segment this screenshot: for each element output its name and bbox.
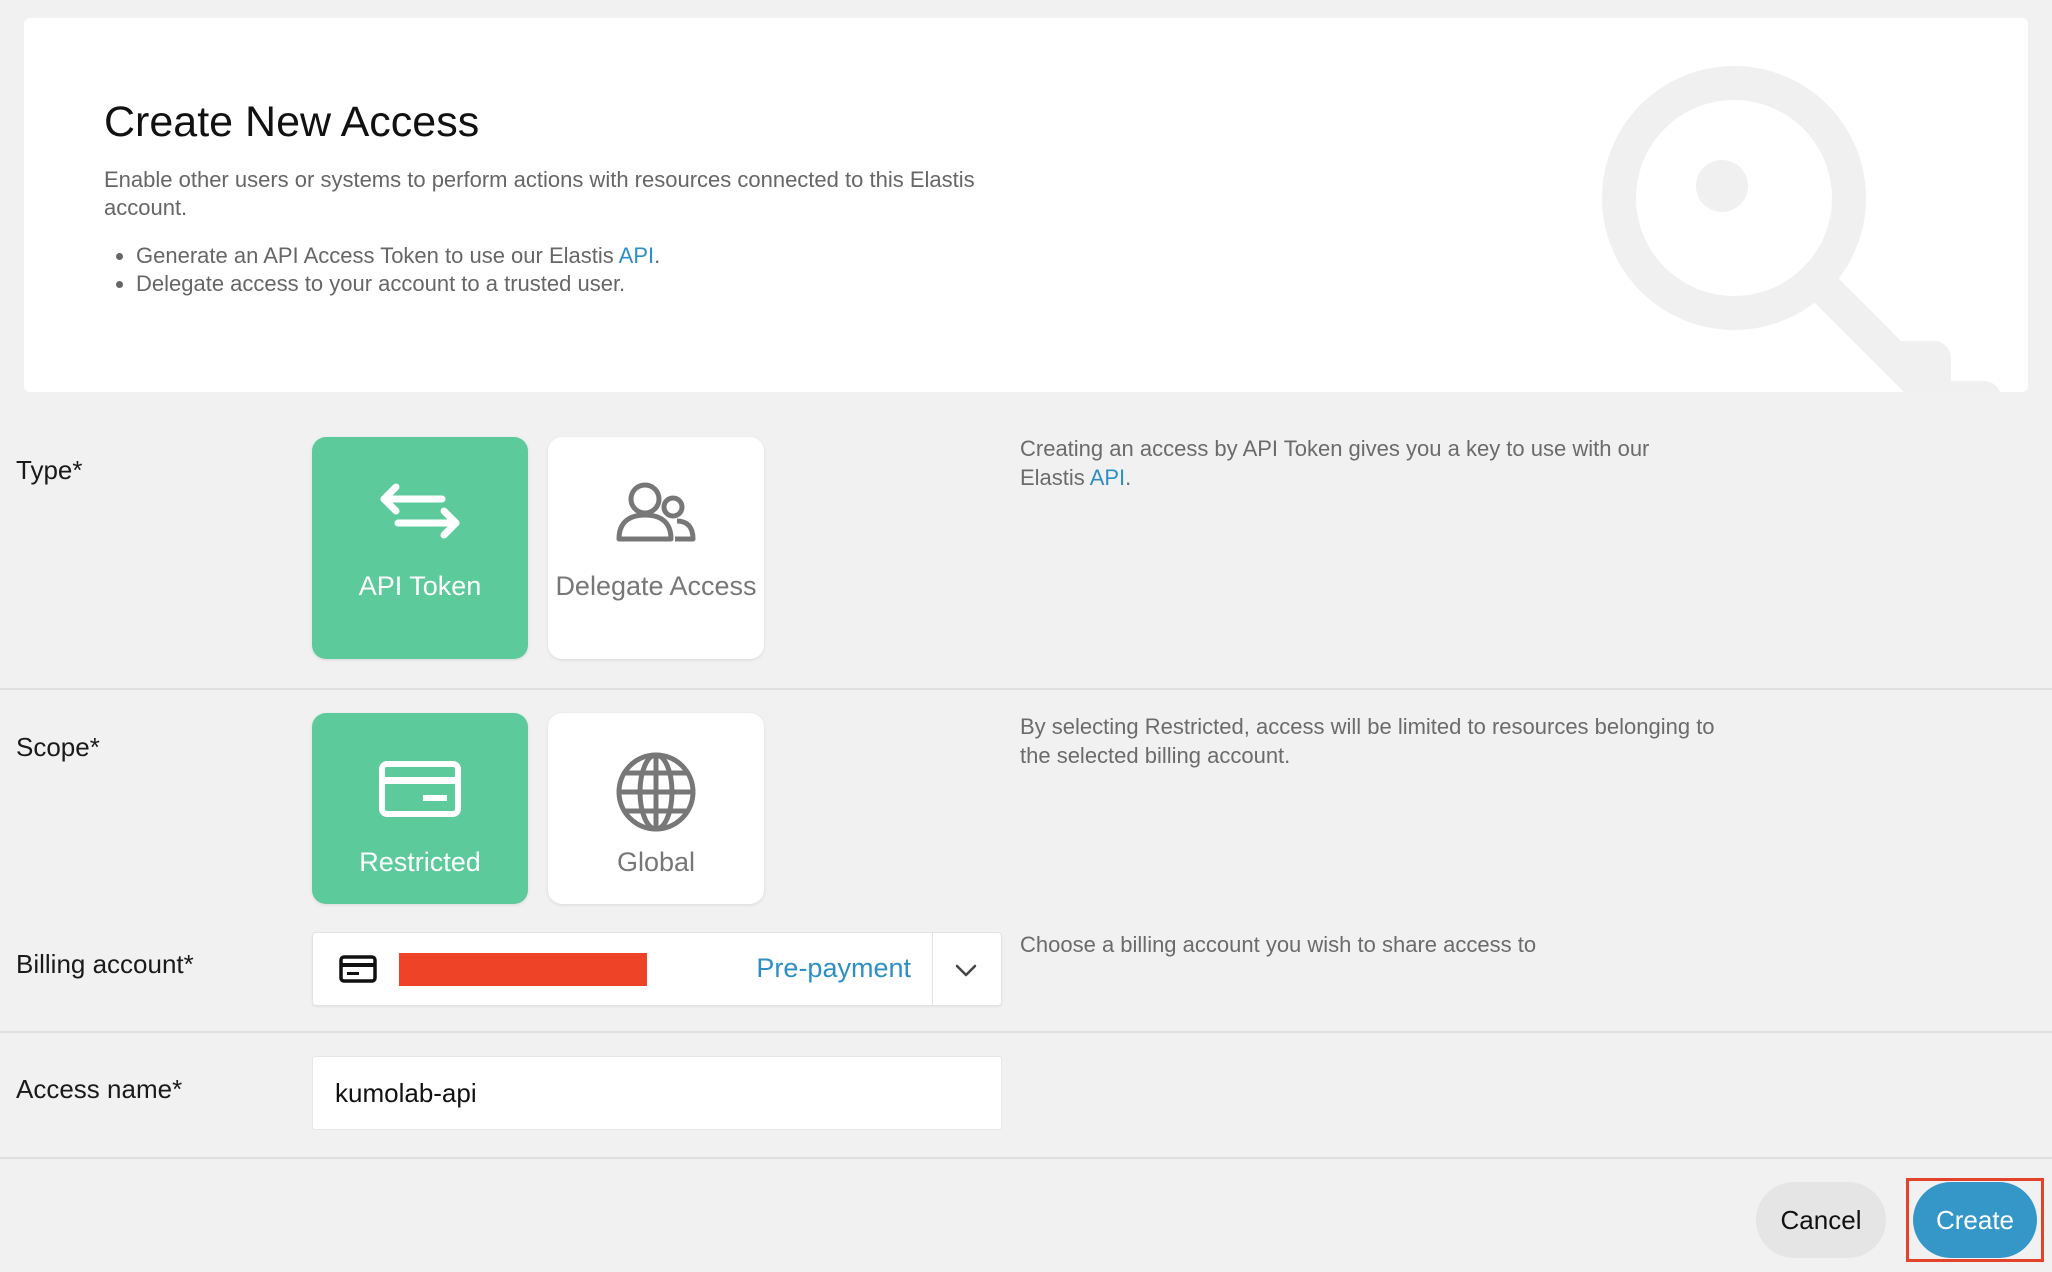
scope-option-global[interactable]: Global xyxy=(548,713,764,904)
scope-label: Scope* xyxy=(16,732,100,762)
page-title: Create New Access xyxy=(104,98,480,146)
page-description: Enable other users or systems to perform… xyxy=(104,167,975,220)
type-label: Type* xyxy=(16,455,83,485)
chevron-down-icon[interactable] xyxy=(953,957,979,983)
create-button[interactable]: Create xyxy=(1913,1182,2037,1258)
cancel-button[interactable]: Cancel xyxy=(1756,1182,1886,1258)
arrows-exchange-icon xyxy=(380,483,460,539)
create-access-page: Create New Access Enable other users or … xyxy=(0,0,2052,1272)
api-link[interactable]: API xyxy=(619,243,654,268)
credit-card-icon xyxy=(339,955,377,983)
scope-option-label: Restricted xyxy=(359,847,481,877)
billing-type-label: Pre-payment xyxy=(756,953,911,983)
info-list-item: Delegate access to your account to a tru… xyxy=(136,270,660,298)
billing-helper-text: Choose a billing account you wish to sha… xyxy=(1020,932,1537,957)
billing-account-label: Billing account* xyxy=(16,949,194,979)
billing-account-select[interactable]: Pre-payment xyxy=(312,932,1002,1006)
scope-helper-text: By selecting Restricted, access will be … xyxy=(1020,714,1715,768)
credit-card-icon xyxy=(379,761,461,817)
divider xyxy=(0,1031,2052,1033)
type-option-api-token[interactable]: API Token xyxy=(312,437,528,659)
scope-option-restricted[interactable]: Restricted xyxy=(312,713,528,904)
users-icon xyxy=(616,482,696,542)
type-helper-text: Creating an access by API Token gives yo… xyxy=(1020,436,1650,490)
divider xyxy=(0,688,2052,690)
access-name-label: Access name* xyxy=(16,1074,183,1104)
scope-option-label: Global xyxy=(616,847,696,877)
api-link[interactable]: API xyxy=(1090,465,1125,490)
divider xyxy=(0,1157,2052,1159)
access-name-input[interactable] xyxy=(312,1056,1002,1130)
globe-icon xyxy=(616,752,696,832)
info-list: Generate an API Access Token to use our … xyxy=(136,242,660,298)
type-option-label: API Token xyxy=(358,571,482,601)
redacted-account-name xyxy=(399,953,647,986)
type-option-delegate-access[interactable]: Delegate Access xyxy=(548,437,764,659)
divider xyxy=(932,933,933,1005)
header-card: Create New Access Enable other users or … xyxy=(24,18,2028,392)
info-list-item: Generate an API Access Token to use our … xyxy=(136,242,660,270)
key-icon xyxy=(1602,66,2000,392)
type-option-label: Delegate Access xyxy=(555,571,757,601)
